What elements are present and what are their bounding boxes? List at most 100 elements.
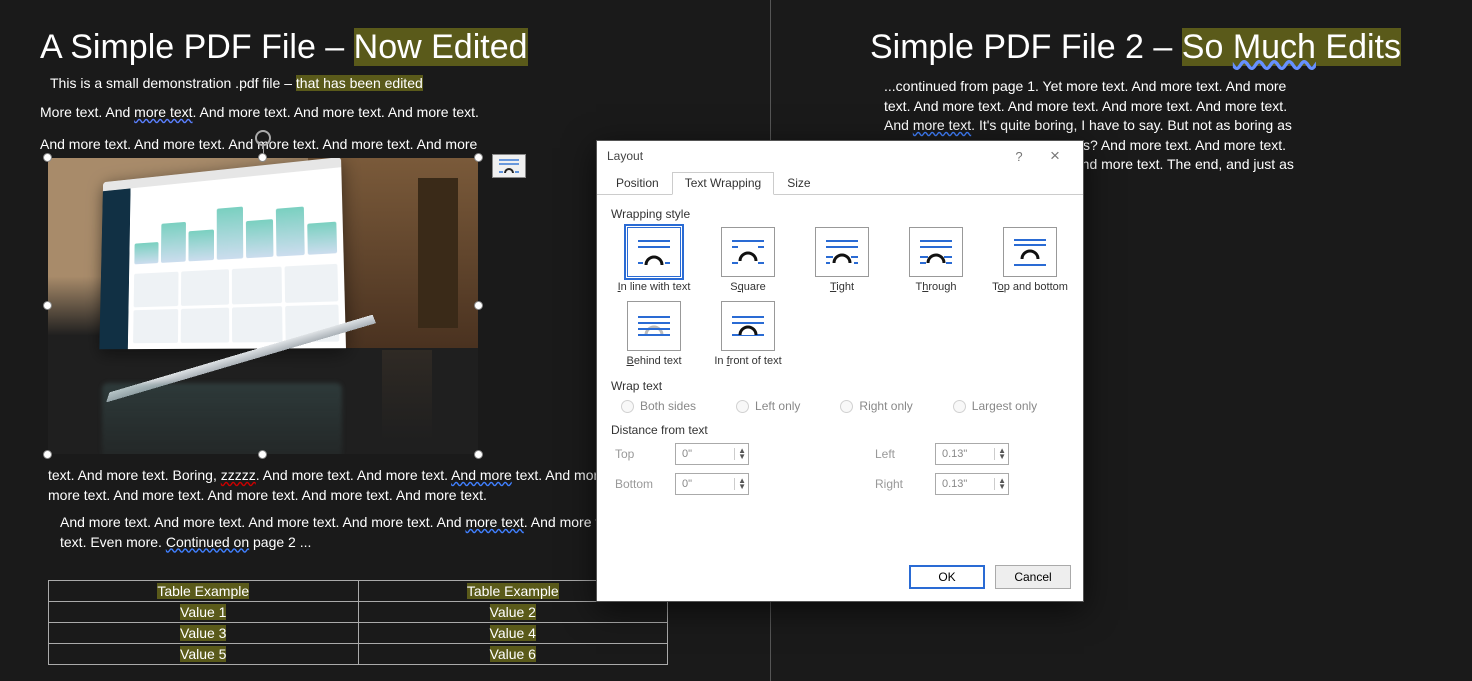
handle-s[interactable] [258,450,267,459]
wrap-infront[interactable]: In front of text [705,301,791,367]
wrap-behind-label: Behind text [611,355,697,367]
tab-text-wrapping[interactable]: Text Wrapping [672,172,774,195]
dialog-title: Layout [607,149,643,163]
zzzzz-error: zzzzz [221,467,256,483]
tab-position[interactable]: Position [603,172,672,195]
t: . It's quite boring, I have to say. But … [971,117,1292,133]
continued-on-squiggle: Continued on [166,534,249,550]
t: page 2 ... [249,534,311,550]
spinner-arrows-icon: ▲▼ [994,448,1006,460]
bottom-spinner: 0" ▲▼ [675,473,749,495]
td[interactable]: Value 5 [180,646,226,662]
wrap-inline-icon [627,227,681,277]
distance-label: Distance from text [611,423,1069,437]
handle-e[interactable] [474,301,483,310]
td[interactable]: Value 4 [490,625,536,641]
wrap-infront-label: In front of text [705,355,791,367]
wrap-behind[interactable]: Behind text [611,301,697,367]
t: . And more text. And more text. [256,467,451,483]
right-spinner: 0.13"▲▼ [935,473,1009,495]
th1[interactable]: Table Example [157,583,249,599]
after-image-block: text. And more text. Boring, zzzzz. And … [48,466,688,564]
layout-options-chip[interactable] [492,154,526,178]
t: Largest only [972,399,1037,413]
handle-sw[interactable] [43,450,52,459]
th2[interactable]: Table Example [467,583,559,599]
dialog-tabs: Position Text Wrapping Size [597,171,1083,195]
bottom-label: Bottom [615,477,675,491]
inserted-image[interactable] [48,158,478,454]
wrap-inline-label: In line with text [611,281,697,293]
para-2[interactable]: And more text. And more text. And more t… [40,135,680,155]
distance-grid: Top 0"▲▼ Left 0.13"▲▼ Bottom 0"▲▼ Right … [615,443,1069,495]
subtitle-text: This is a small demonstration .pdf file … [50,75,296,91]
para-1[interactable]: More text. And more text. And more text.… [40,103,680,123]
wrap-square-label: Square [705,281,791,293]
dialog-buttons: OK Cancel [909,565,1071,589]
wrap-through-label: Through [893,281,979,293]
radio-largest: Largest only [953,399,1037,413]
table-header-row: Table Example Table Example [49,581,668,602]
wrap-inline[interactable]: In line with text [611,227,697,293]
ok-button[interactable]: OK [909,565,985,589]
wrap-through[interactable]: Through [893,227,979,293]
t: Simple PDF File 2 – [870,28,1182,66]
spinner-arrows-icon: ▲▼ [734,448,746,460]
t: text. And more text. Boring, [48,467,221,483]
para-4[interactable]: And more text. And more text. And more t… [60,513,688,552]
radio-left: Left only [736,399,800,413]
v: 0.13" [942,448,967,460]
wrap-topbottom-icon [1003,227,1057,277]
help-button[interactable]: ? [1001,149,1037,164]
handle-nw[interactable] [43,153,52,162]
subtitle-highlight: that has been edited [296,75,423,91]
tab-size[interactable]: Size [774,172,823,195]
t: And more text. And more text. And more t… [60,514,465,530]
table-row: Value 3 Value 4 [49,623,668,644]
table-row: Value 1 Value 2 [49,602,668,623]
wrap-topbottom-label: Top and bottom [987,281,1073,293]
radio-left-input [736,400,749,413]
selected-image[interactable] [48,158,478,454]
handle-se[interactable] [474,450,483,459]
spinner-arrows-icon: ▲▼ [734,478,746,490]
wrapping-style-label: Wrapping style [611,207,1069,221]
radio-both-input [621,400,634,413]
v: 0" [682,478,692,490]
handle-n[interactable] [258,153,267,162]
wrap-text-label: Wrap text [611,379,1069,393]
dialog-title-bar[interactable]: Layout ? × [597,141,1083,171]
example-table[interactable]: Table Example Table Example Value 1Value… [48,580,668,665]
para-3[interactable]: text. And more text. Boring, zzzzz. And … [48,466,688,505]
right-label: Right [875,477,935,491]
page1-title[interactable]: A Simple PDF File – Now Edited [40,28,730,67]
handle-ne[interactable] [474,153,483,162]
more-text-squiggle: more text [134,104,192,120]
cancel-button[interactable]: Cancel [995,565,1071,589]
left-spinner: 0.13" ▲▼ [935,443,1009,465]
td[interactable]: Value 6 [490,646,536,662]
t: . And more text. And more text. And more… [193,104,479,120]
title-highlight: Now Edited [354,28,528,66]
wrap-tight-label: Tight [799,281,885,293]
title2-hl: So Much Edits [1182,28,1401,66]
close-button[interactable]: × [1037,146,1073,166]
wrap-topbottom[interactable]: Top and bottom [987,227,1073,293]
t: Left only [755,399,800,413]
radio-right: Right only [840,399,912,413]
td[interactable]: Value 1 [180,604,226,620]
top-spinner: 0"▲▼ [675,443,749,465]
radio-right-input [840,400,853,413]
wrap-square[interactable]: Square [705,227,791,293]
page2-title[interactable]: Simple PDF File 2 – So Much Edits [870,28,1450,67]
handle-w[interactable] [43,301,52,310]
v: 0.13" [942,478,967,490]
wrap-square-icon [721,227,775,277]
page1-subtitle[interactable]: This is a small demonstration .pdf file … [50,75,730,91]
wrap-through-icon [909,227,963,277]
radio-largest-input [953,400,966,413]
wrap-tight[interactable]: Tight [799,227,885,293]
more-text-sq: more text [913,117,971,133]
td[interactable]: Value 3 [180,625,226,641]
td[interactable]: Value 2 [490,604,536,620]
